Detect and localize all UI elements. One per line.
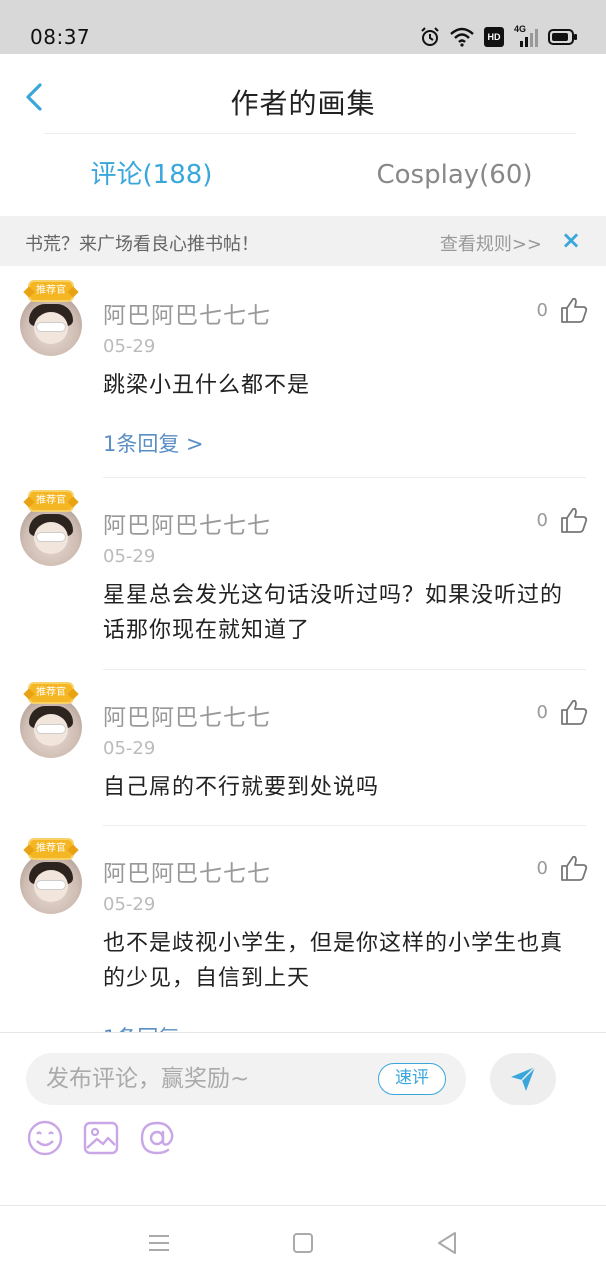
comment-content: 也不是歧视小学生，但是你这样的小学生也真的少见，自信到上天 — [103, 931, 564, 991]
comment-content: 星星总会发光这句话没听过吗？如果没听过的话那你现在就知道了 — [103, 583, 564, 643]
reply-count-link[interactable]: 1条回复 > — [103, 1022, 204, 1032]
thumbs-up-icon[interactable] — [560, 296, 588, 324]
alarm-icon — [421, 27, 439, 46]
send-button[interactable] — [490, 1053, 556, 1105]
system-nav-bar — [0, 1206, 606, 1280]
close-icon[interactable]: × — [558, 227, 584, 253]
image-icon[interactable] — [82, 1119, 120, 1157]
status-icons: HD 4G — [420, 24, 578, 50]
emoji-icon[interactable] — [26, 1119, 64, 1157]
comment-date: 05-29 — [103, 894, 156, 915]
recommender-badge: 推荐官 — [30, 840, 72, 858]
tab-comments[interactable]: 评论(188) — [0, 134, 303, 216]
tab-bar: 评论(188) Cosplay(60) — [0, 134, 606, 216]
send-icon — [511, 1066, 536, 1091]
avatar[interactable]: 推荐官 — [20, 684, 82, 758]
reply-count-link[interactable]: 1条回复 > — [103, 428, 204, 458]
like-count: 0 — [536, 300, 548, 321]
home-icon[interactable] — [290, 1230, 316, 1256]
comment-content: 跳梁小丑什么都不是 — [103, 373, 311, 398]
comment-item: 推荐官 阿巴阿巴七七七 05-29 星星总会发光这句话没听过吗？如果没听过的话那… — [0, 478, 606, 670]
comment-username[interactable]: 阿巴阿巴七七七 — [103, 296, 271, 330]
thumbs-up-icon[interactable] — [560, 698, 588, 726]
comment-item: 推荐官 阿巴阿巴七七七 05-29 也不是歧视小学生，但是你这样的小学生也真的少… — [0, 826, 606, 1032]
comment-username[interactable]: 阿巴阿巴七七七 — [103, 698, 271, 732]
avatar[interactable]: 推荐官 — [20, 840, 82, 914]
back-nav-icon[interactable] — [434, 1230, 460, 1256]
notice-text: 书荒？来广场看良心推书帖！ — [25, 234, 259, 255]
like-count: 0 — [536, 702, 548, 723]
comment-input[interactable] — [46, 1053, 366, 1105]
avatar[interactable]: 推荐官 — [20, 492, 82, 566]
comment-list[interactable]: 推荐官 阿巴阿巴七七七 05-29 跳梁小丑什么都不是 1条回复 > 0 推荐官… — [0, 266, 606, 1032]
tab-cosplay[interactable]: Cosplay(60) — [303, 134, 606, 216]
comment-input-bar: 速评 — [0, 1032, 606, 1206]
cellular-signal-icon: 4G — [514, 24, 538, 48]
comment-item: 推荐官 阿巴阿巴七七七 05-29 自己屌的不行就要到处说吗 0 — [0, 670, 606, 826]
comment-date: 05-29 — [103, 738, 156, 759]
app-header: 作者的画集 — [0, 54, 606, 134]
quick-comment-button[interactable]: 速评 — [378, 1063, 446, 1095]
status-time: 08:37 — [30, 25, 91, 49]
comment-date: 05-29 — [103, 336, 156, 357]
like-count: 0 — [536, 858, 548, 879]
avatar[interactable]: 推荐官 — [20, 282, 82, 356]
recommender-badge: 推荐官 — [30, 282, 72, 300]
comment-content: 自己屌的不行就要到处说吗 — [103, 775, 380, 800]
like-count: 0 — [536, 510, 548, 531]
comment-input-box[interactable]: 速评 — [26, 1053, 466, 1105]
battery-icon — [548, 29, 577, 45]
menu-icon[interactable] — [146, 1230, 172, 1256]
hd-icon: HD — [484, 27, 504, 47]
recommender-badge: 推荐官 — [30, 684, 72, 702]
page-title: 作者的画集 — [230, 87, 376, 120]
mention-icon[interactable] — [138, 1119, 176, 1157]
comment-username[interactable]: 阿巴阿巴七七七 — [103, 854, 271, 888]
notice-banner: 书荒？来广场看良心推书帖！ 查看规则>> × — [0, 216, 606, 266]
comment-username[interactable]: 阿巴阿巴七七七 — [103, 506, 271, 540]
thumbs-up-icon[interactable] — [560, 854, 588, 882]
comment-date: 05-29 — [103, 546, 156, 567]
comment-item: 推荐官 阿巴阿巴七七七 05-29 跳梁小丑什么都不是 1条回复 > 0 — [0, 266, 606, 478]
recommender-badge: 推荐官 — [30, 492, 72, 510]
view-rules-link[interactable]: 查看规则>> — [440, 230, 542, 256]
thumbs-up-icon[interactable] — [560, 506, 588, 534]
status-bar: 08:37 HD 4G — [0, 0, 606, 54]
wifi-icon — [450, 27, 474, 47]
